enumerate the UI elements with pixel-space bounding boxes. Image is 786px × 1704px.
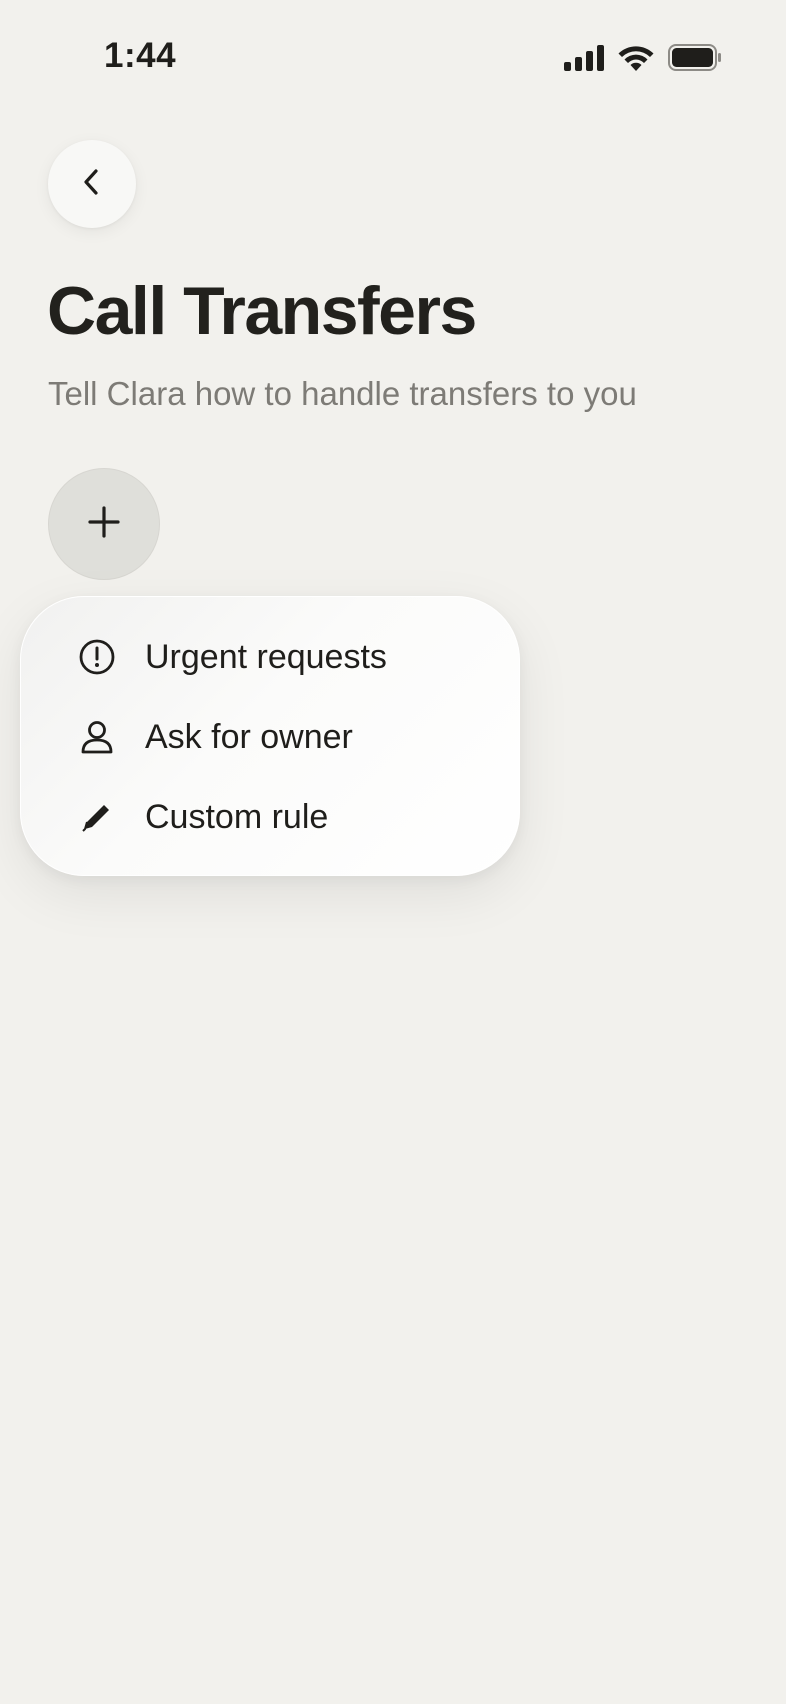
status-time: 1:44 — [104, 36, 177, 75]
battery-icon — [668, 44, 722, 76]
wifi-icon — [618, 44, 654, 76]
status-bar: 1:44 — [0, 0, 786, 120]
status-icons — [564, 44, 722, 76]
plus-icon — [87, 505, 121, 544]
alert-circle-icon — [77, 637, 117, 677]
back-button[interactable] — [48, 140, 136, 228]
cellular-signal-icon — [564, 44, 604, 76]
menu-item-label: Ask for owner — [145, 717, 353, 756]
menu-item-label: Urgent requests — [145, 637, 387, 676]
page-title: Call Transfers — [47, 273, 477, 349]
menu-item-ask-for-owner[interactable]: Ask for owner — [77, 707, 353, 767]
page-subtitle: Tell Clara how to handle transfers to yo… — [48, 375, 637, 412]
add-rule-menu: Urgent requests Ask for owner Custom rul… — [20, 596, 520, 876]
menu-item-label: Custom rule — [145, 797, 329, 836]
chevron-left-icon — [77, 167, 107, 202]
pencil-icon — [77, 797, 117, 837]
menu-item-urgent-requests[interactable]: Urgent requests — [77, 627, 387, 687]
person-icon — [77, 717, 117, 757]
add-rule-button[interactable] — [48, 468, 160, 580]
menu-item-custom-rule[interactable]: Custom rule — [77, 787, 328, 847]
